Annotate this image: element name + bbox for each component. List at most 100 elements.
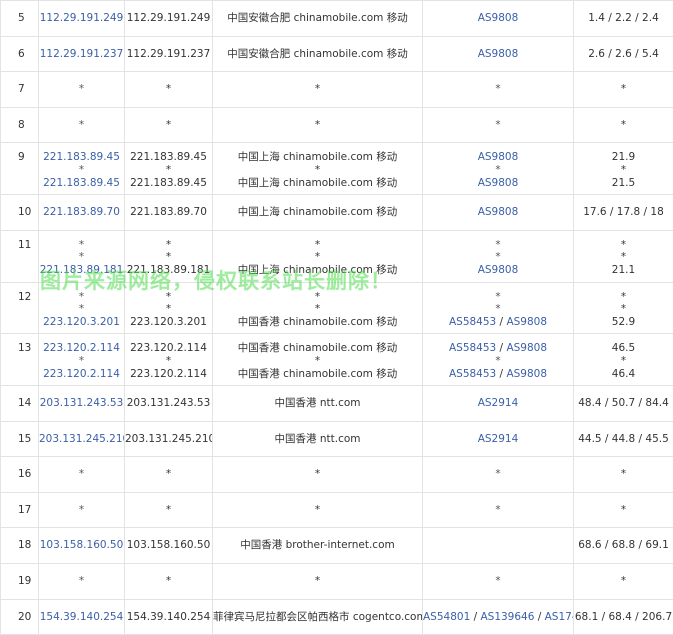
ip-link[interactable]: 203.131.245.210 [39, 433, 124, 446]
no-response-marker: * [39, 468, 124, 481]
no-response-marker: * [39, 303, 124, 316]
asn-link[interactable]: AS9808 [506, 342, 547, 354]
asn-link[interactable]: AS9808 [506, 368, 547, 380]
geo-cell: **中国香港 chinamobile.com 移动 [213, 282, 423, 334]
ip-link[interactable]: 223.120.3.201 [39, 316, 124, 329]
geo-text: 中国上海 chinamobile.com 移动 [213, 151, 422, 164]
hop-number-cell: 5 [1, 1, 39, 37]
latency-text: 48.4 / 50.7 / 84.4 [574, 397, 673, 410]
no-response-marker: * [125, 468, 212, 481]
geo-text: 中国香港 chinamobile.com 移动 [213, 368, 422, 381]
asn-cell: * [423, 107, 574, 143]
asn-line: * [423, 119, 573, 132]
hop-number-cell: 15 [1, 421, 39, 457]
geo-cell: 中国香港 chinamobile.com 移动*中国香港 chinamobile… [213, 334, 423, 386]
no-response-marker: * [495, 83, 500, 95]
asn-link[interactable]: AS9808 [478, 151, 519, 163]
asn-link[interactable]: AS58453 [449, 368, 496, 380]
asn-cell: AS9808*AS9808 [423, 143, 574, 195]
no-response-marker: * [213, 251, 422, 264]
asn-line: AS9808 [423, 177, 573, 190]
hop-number-cell: 7 [1, 72, 39, 108]
asn-link[interactable]: AS9808 [506, 316, 547, 328]
asn-link[interactable]: AS9808 [478, 177, 519, 189]
asn-line: * [423, 575, 573, 588]
asn-link[interactable]: AS9808 [478, 206, 519, 218]
ip-cell: * [39, 107, 125, 143]
ip-link[interactable]: 221.183.89.45 [39, 151, 124, 164]
hop-number: 6 [18, 48, 38, 61]
hop-number: 8 [18, 119, 38, 132]
ip-link[interactable]: 203.131.243.53 [39, 397, 124, 410]
asn-cell: AS54801 / AS139646 / AS174 [423, 599, 574, 635]
hop-number: 13 [18, 342, 38, 355]
asn-link[interactable]: AS174 [545, 611, 573, 623]
hostname-cell: **221.183.89.181 [125, 230, 213, 282]
hostname-cell: * [125, 457, 213, 493]
geo-cell: 中国香港 ntt.com [213, 386, 423, 422]
no-response-marker: * [39, 291, 124, 304]
hostname-text: 112.29.191.249 [125, 12, 212, 25]
hop-row: 14203.131.243.53203.131.243.53中国香港 ntt.c… [1, 386, 673, 422]
no-response-marker: * [574, 83, 673, 96]
asn-line: * [423, 504, 573, 517]
no-response-marker: * [213, 303, 422, 316]
asn-link[interactable]: AS139646 [480, 611, 534, 623]
hostname-cell: 154.39.140.254 [125, 599, 213, 635]
geo-cell: * [213, 492, 423, 528]
latency-cell: * [574, 564, 673, 600]
ip-link[interactable]: 221.183.89.181 [39, 264, 124, 277]
asn-link[interactable]: AS58453 [449, 342, 496, 354]
asn-cell: **AS58453 / AS9808 [423, 282, 574, 334]
ip-link[interactable]: 223.120.2.114 [39, 342, 124, 355]
asn-link[interactable]: AS54801 [423, 611, 470, 623]
hostname-text: 223.120.3.201 [125, 316, 212, 329]
ip-cell: 112.29.191.237 [39, 36, 125, 72]
no-response-marker: * [39, 164, 124, 177]
hop-number: 12 [18, 291, 38, 304]
geo-cell: 中国安徽合肥 chinamobile.com 移动 [213, 1, 423, 37]
asn-cell [423, 528, 574, 564]
geo-cell: 中国安徽合肥 chinamobile.com 移动 [213, 36, 423, 72]
geo-cell: * [213, 72, 423, 108]
ip-link[interactable]: 221.183.89.70 [39, 206, 124, 219]
no-response-marker: * [574, 303, 673, 316]
hop-number-cell: 9 [1, 143, 39, 195]
asn-link[interactable]: AS58453 [449, 316, 496, 328]
hostname-text: 103.158.160.50 [125, 539, 212, 552]
asn-link[interactable]: AS2914 [478, 397, 519, 409]
geo-text: 中国香港 brother-internet.com [213, 539, 422, 552]
hop-number-cell: 8 [1, 107, 39, 143]
ip-link[interactable]: 223.120.2.114 [39, 368, 124, 381]
ip-link[interactable]: 221.183.89.45 [39, 177, 124, 190]
asn-line: AS54801 / AS139646 / AS174 [423, 611, 573, 624]
latency-cell: * [574, 107, 673, 143]
geo-text: 中国安徽合肥 chinamobile.com 移动 [213, 48, 422, 61]
ip-link[interactable]: 112.29.191.249 [39, 12, 124, 25]
asn-line: AS2914 [423, 397, 573, 410]
no-response-marker: * [213, 504, 422, 517]
asn-link[interactable]: AS9808 [478, 48, 519, 60]
asn-line: AS9808 [423, 12, 573, 25]
hostname-cell: 203.131.245.210 [125, 421, 213, 457]
geo-text: 中国上海 chinamobile.com 移动 [213, 177, 422, 190]
ip-link[interactable]: 103.158.160.50 [39, 539, 124, 552]
asn-link[interactable]: AS9808 [478, 12, 519, 24]
asn-line [423, 539, 573, 552]
geo-text: 中国香港 chinamobile.com 移动 [213, 342, 422, 355]
ip-link[interactable]: 112.29.191.237 [39, 48, 124, 61]
no-response-marker: * [213, 468, 422, 481]
asn-link[interactable]: AS9808 [478, 264, 519, 276]
latency-cell: 21.9*21.5 [574, 143, 673, 195]
hop-number: 18 [18, 539, 38, 552]
asn-line: * [423, 355, 573, 368]
no-response-marker: * [125, 504, 212, 517]
asn-separator: / [496, 342, 506, 354]
hop-row: 20154.39.140.254154.39.140.254菲律宾马尼拉都会区帕… [1, 599, 673, 635]
ip-link[interactable]: 154.39.140.254 [39, 611, 124, 624]
ip-cell: **221.183.89.181 [39, 230, 125, 282]
hop-number: 20 [18, 611, 38, 624]
asn-link[interactable]: AS2914 [478, 433, 519, 445]
traceroute-table: 5112.29.191.249112.29.191.249中国安徽合肥 chin… [0, 0, 673, 635]
hostname-cell: * [125, 72, 213, 108]
